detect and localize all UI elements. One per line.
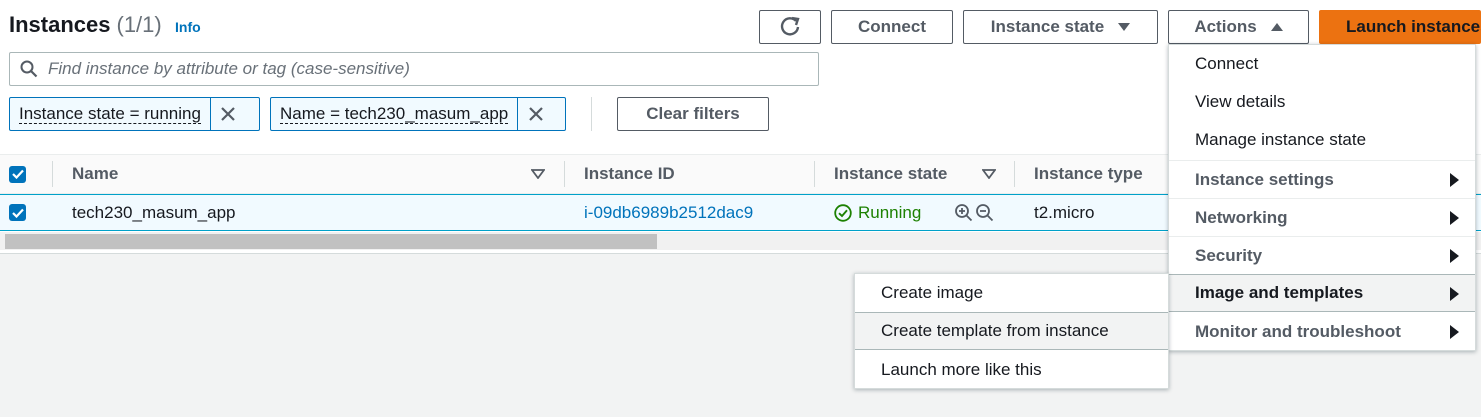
caret-right-icon <box>1450 173 1459 187</box>
menu-group-image-and-templates[interactable]: Image and templates <box>1169 274 1475 312</box>
image-templates-submenu: Create image Create template from instan… <box>854 273 1169 389</box>
close-icon <box>528 107 543 121</box>
page-title-text: Instances <box>9 12 111 37</box>
remove-filter-button[interactable] <box>209 98 246 130</box>
instance-id-link[interactable]: i-09db6989b2512dac9 <box>584 194 753 231</box>
column-separator <box>814 161 815 187</box>
cell-instance-state: Running <box>834 194 921 231</box>
column-header-instance-id[interactable]: Instance ID <box>584 154 675 194</box>
remove-filter-button[interactable] <box>517 98 553 130</box>
column-separator <box>52 161 53 187</box>
menu-group-instance-settings[interactable]: Instance settings <box>1169 160 1475 198</box>
column-separator <box>1014 161 1015 187</box>
menu-group-label: Monitor and troubleshoot <box>1195 322 1401 341</box>
clear-filters-button[interactable]: Clear filters <box>617 97 769 131</box>
selection-count: (1/1) <box>116 12 162 37</box>
page-title: Instances (1/1) <box>9 12 162 38</box>
info-link[interactable]: Info <box>175 19 201 35</box>
actions-menu: Connect View details Manage instance sta… <box>1168 44 1476 351</box>
caret-right-icon <box>1450 211 1459 225</box>
filter-column-icon[interactable] <box>531 154 545 194</box>
column-header-instance-type[interactable]: Instance type <box>1034 154 1143 194</box>
launch-instances-button[interactable]: Launch instances <box>1319 10 1481 44</box>
status-text: Running <box>858 202 922 222</box>
menu-group-networking[interactable]: Networking <box>1169 198 1475 236</box>
menu-group-security[interactable]: Security <box>1169 236 1475 274</box>
menu-item-create-image[interactable]: Create image <box>855 274 1168 312</box>
menu-group-label: Image and templates <box>1195 283 1364 302</box>
menu-item-manage-instance-state[interactable]: Manage instance state <box>1169 121 1475 159</box>
filter-token-state: Instance state = running <box>9 97 260 131</box>
filter-divider <box>591 97 592 131</box>
close-icon <box>221 107 236 121</box>
actions-label: Actions <box>1194 17 1257 36</box>
filter-token-label[interactable]: Instance state = running <box>10 98 210 130</box>
select-all-checkbox[interactable] <box>9 154 26 194</box>
menu-group-label: Security <box>1195 245 1263 265</box>
clear-filters-label: Clear filters <box>646 104 740 123</box>
check-icon <box>11 208 24 218</box>
menu-item-create-template-from-instance[interactable]: Create template from instance <box>855 312 1168 350</box>
column-header-instance-state[interactable]: Instance state <box>834 154 947 194</box>
caret-right-icon <box>1450 249 1459 263</box>
instance-state-button[interactable]: Instance state <box>963 10 1158 44</box>
success-icon <box>834 203 852 222</box>
launch-instances-label: Launch instances <box>1346 17 1481 36</box>
filter-token-label[interactable]: Name = tech230_masum_app <box>271 98 517 130</box>
refresh-button[interactable] <box>759 10 821 44</box>
row-checkbox[interactable] <box>9 194 26 231</box>
search-box[interactable] <box>9 52 819 86</box>
menu-group-monitor-and-troubleshoot[interactable]: Monitor and troubleshoot <box>1169 313 1475 351</box>
menu-item-launch-more-like-this[interactable]: Launch more like this <box>855 351 1168 389</box>
column-header-name[interactable]: Name <box>72 154 118 194</box>
filter-token-name: Name = tech230_masum_app <box>270 97 566 131</box>
cell-instance-type: t2.micro <box>1034 202 1095 222</box>
column-separator <box>564 161 565 187</box>
menu-group-label: Networking <box>1195 207 1288 227</box>
caret-up-icon <box>1270 23 1283 31</box>
search-icon <box>20 60 38 78</box>
check-icon <box>11 169 24 179</box>
caret-right-icon <box>1450 325 1459 339</box>
cell-name: tech230_masum_app <box>72 202 236 222</box>
connect-button[interactable]: Connect <box>831 10 953 44</box>
actions-button[interactable]: Actions <box>1168 10 1309 44</box>
menu-item-connect[interactable]: Connect <box>1169 45 1475 83</box>
connect-label: Connect <box>858 17 926 36</box>
scrollbar-thumb[interactable] <box>5 234 657 249</box>
caret-down-icon <box>1118 23 1131 31</box>
search-input[interactable] <box>48 59 808 79</box>
filter-column-icon[interactable] <box>982 154 996 194</box>
caret-right-icon <box>1450 287 1459 301</box>
zoom-in-icon[interactable] <box>954 203 973 222</box>
refresh-icon <box>780 16 800 36</box>
menu-group-label: Instance settings <box>1195 169 1334 189</box>
zoom-out-icon[interactable] <box>975 203 994 222</box>
instance-state-label: Instance state <box>990 17 1105 36</box>
zoom-controls <box>954 194 994 231</box>
menu-item-view-details[interactable]: View details <box>1169 83 1475 121</box>
